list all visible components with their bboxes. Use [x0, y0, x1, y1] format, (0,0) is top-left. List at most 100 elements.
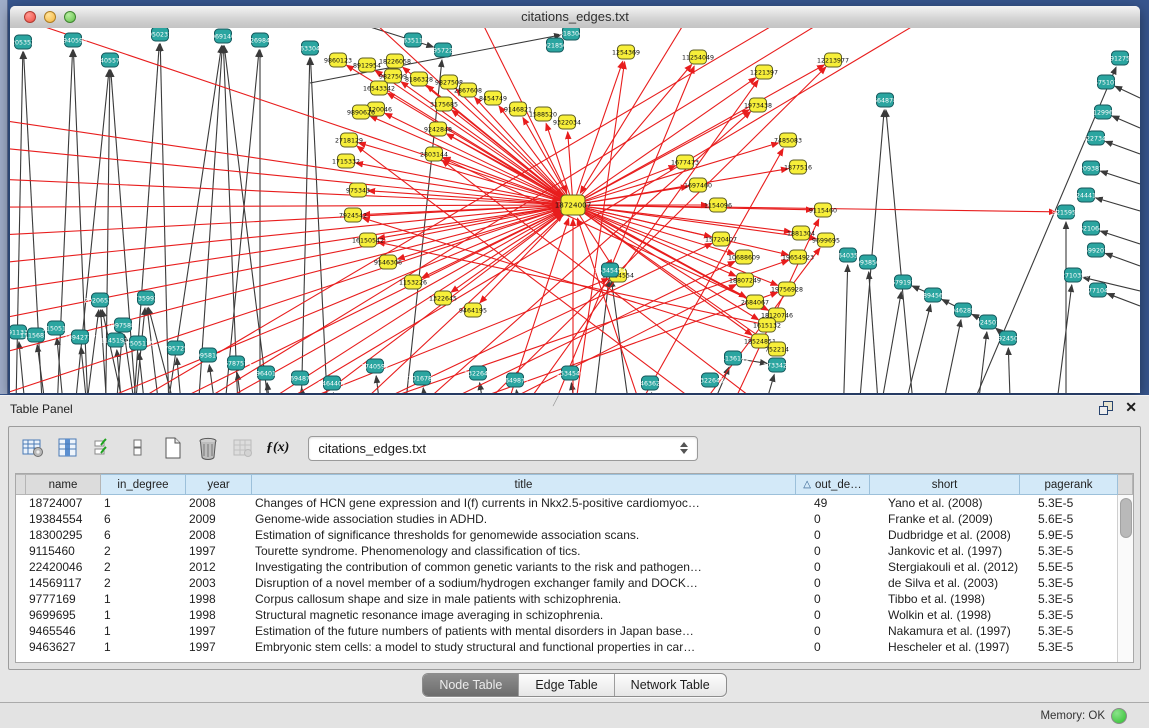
graph-node-1715332[interactable]: 1715332 [332, 154, 360, 168]
table-selector-combobox[interactable]: citations_edges.txt [308, 436, 698, 461]
graph-node-11254049[interactable]: 11254049 [682, 50, 714, 64]
graph-node-1221397[interactable]: 1221397 [750, 65, 778, 79]
graph-node-18226058[interactable]: 18226058 [379, 54, 411, 68]
graph-node-12710356[interactable]: 12710356 [1057, 268, 1089, 282]
minimize-traffic-light-icon[interactable] [44, 11, 56, 23]
graph-node-12213977[interactable]: 12213977 [817, 53, 849, 67]
graph-node-9860123[interactable]: 9860123 [324, 53, 352, 67]
graph-node-7924542[interactable]: 7924542 [339, 208, 367, 222]
column-header-short[interactable]: short [870, 474, 1020, 495]
graph-node-993856[interactable]: 993856 [856, 255, 880, 269]
graph-node-924501[interactable]: 924501 [976, 315, 1000, 329]
graph-node-9463627[interactable]: 9463627 [636, 376, 664, 390]
graph-node-1697460[interactable]: 1697460 [684, 178, 712, 192]
graph-node-16210643[interactable]: 16210643 [1075, 221, 1107, 235]
column-header-name[interactable]: name [26, 474, 101, 495]
graph-node-2718129[interactable]: 2718129 [335, 133, 363, 147]
new-table-icon[interactable] [161, 436, 185, 460]
graph-node-975343[interactable]: 975343 [346, 183, 370, 197]
graph-node-1940595[interactable]: 1940595 [59, 33, 87, 47]
graph-node-8694871[interactable]: 8694871 [286, 371, 314, 385]
tab-node-table[interactable]: Node Table [423, 674, 518, 696]
column-header-out_degree[interactable]: △out_de… [796, 474, 870, 495]
graph-node-1912754[interactable]: 1912754 [1106, 51, 1134, 65]
graph-node-8633043[interactable]: 8633043 [296, 41, 324, 55]
memory-status-icon[interactable] [1111, 708, 1127, 724]
zoom-traffic-light-icon[interactable] [64, 11, 76, 23]
column-header-pagerank[interactable]: pagerank [1020, 474, 1118, 495]
table-row[interactable]: 1456911722003Disruption of a novel membe… [16, 575, 1133, 591]
column-header-title[interactable]: title [252, 474, 796, 495]
table-row[interactable]: 911546021997Tourette syndrome. Phenomeno… [16, 543, 1133, 559]
tab-network-table[interactable]: Network Table [614, 674, 726, 696]
table-row[interactable]: 1938455462009Genome-wide association stu… [16, 511, 1133, 527]
table-row[interactable]: 977716911998Corpus callosum shape and si… [16, 591, 1133, 607]
table-row[interactable]: 946554611997Estimation of the future num… [16, 623, 1133, 639]
graph-node-1740592[interactable]: 1740592 [361, 359, 389, 373]
table-row[interactable]: 1830029562008Estimation of significance … [16, 527, 1133, 543]
graph-node-7957224[interactable]: 7957224 [429, 43, 457, 57]
graph-node-16787574[interactable]: 16787574 [220, 356, 252, 370]
graph-node-8454749[interactable]: 8454749 [479, 91, 507, 105]
graph-node-1254369[interactable]: 1254369 [612, 45, 640, 59]
table-row[interactable]: 946362711997Embryonic stem cells: a mode… [16, 639, 1133, 655]
graph-node-818304[interactable]: 818304 [559, 28, 583, 40]
graph-node-679197[interactable]: 679197 [891, 275, 915, 289]
graph-node-16648784[interactable]: 16648784 [869, 93, 901, 107]
graph-node-17359924[interactable]: 17359924 [130, 291, 162, 305]
graph-node-9129966[interactable]: 9129966 [1089, 105, 1117, 119]
graph-node-9464407[interactable]: 9464407 [318, 376, 346, 390]
graph-node-9115460[interactable]: 9115460 [809, 203, 837, 217]
graph-node-9546306[interactable]: 9546306 [374, 255, 402, 269]
graph-node-1733426[interactable]: 1733426 [763, 358, 791, 372]
graph-node-20206535[interactable]: 20206535 [84, 293, 116, 307]
graph-node-1771045[interactable]: 1771045 [1084, 283, 1112, 297]
float-panel-icon[interactable] [1099, 401, 1113, 414]
graph-node-2649871[interactable]: 2649871 [501, 373, 529, 387]
row-height-icon[interactable] [126, 436, 150, 460]
graph-node-8186328[interactable]: 8186328 [405, 72, 433, 86]
graph-node-9464195[interactable]: 9464195 [459, 303, 487, 317]
window-titlebar[interactable]: citations_edges.txt [10, 6, 1140, 29]
column-header-year[interactable]: year [186, 474, 252, 495]
tab-edge-table[interactable]: Edge Table [518, 674, 613, 696]
graph-node-9699695[interactable]: 9699695 [812, 233, 840, 247]
column-visibility-icon[interactable] [56, 436, 80, 460]
column-header-in_degree[interactable]: in_degree [101, 474, 186, 495]
graph-node-1269845[interactable]: 1269845 [246, 33, 274, 47]
graph-node-1677473[interactable]: 1677473 [671, 155, 699, 169]
network-svg[interactable]: 1872400798601238912954182260589827509818… [10, 28, 1140, 393]
graph-node-946285[interactable]: 946285 [951, 303, 975, 317]
graph-node-10975887[interactable]: 10975887 [107, 318, 139, 332]
graph-node-17957255[interactable]: 17957255 [160, 341, 192, 355]
graph-node-1877516[interactable]: 1877516 [784, 160, 812, 174]
table-row[interactable]: 2242004622012Investigating the contribut… [16, 559, 1133, 575]
graph-node-9322034[interactable]: 9322034 [553, 115, 581, 129]
select-all-icon[interactable] [91, 436, 115, 460]
close-traffic-light-icon[interactable] [24, 11, 36, 23]
table-row[interactable]: 969969511998Structural magnetic resonanc… [16, 607, 1133, 623]
graph-node-1154096[interactable]: 1154096 [704, 198, 732, 212]
network-canvas[interactable]: 1872400798601238912954182260589827509818… [10, 28, 1140, 393]
graph-node-205352[interactable]: 205352 [11, 35, 35, 49]
graph-node-1244419[interactable]: 1244419 [1072, 188, 1100, 202]
graph-node-14136141[interactable]: 14136141 [717, 351, 749, 365]
graph-node-20691406[interactable]: 20691406 [207, 29, 239, 43]
graph-node-16150542[interactable]: 16150542 [352, 233, 384, 247]
graph-node-950231[interactable]: 950231 [148, 28, 172, 41]
graph-node-1635114[interactable]: 1635114 [399, 33, 427, 47]
table-scrollbar[interactable] [1117, 495, 1133, 662]
close-panel-icon[interactable]: ✕ [1125, 400, 1137, 414]
panel-resize-grip-icon[interactable]: ╱ [553, 396, 558, 407]
graph-node-15992071[interactable]: 15992071 [1080, 243, 1112, 257]
graph-node-9227343[interactable]: 9227343 [1082, 131, 1110, 145]
graph-node-1405572[interactable]: 1405572 [96, 53, 124, 67]
graph-node-752214[interactable]: 752214 [765, 342, 789, 356]
graph-node-1322648[interactable]: 1322648 [696, 373, 724, 387]
graph-node-1322645[interactable]: 1322645 [429, 291, 457, 305]
graph-node-7485083[interactable]: 7485083 [774, 133, 802, 147]
graph-node-1322642[interactable]: 1322642 [464, 366, 492, 380]
delete-table-icon[interactable] [196, 436, 220, 460]
table-scrollbar-thumb[interactable] [1120, 498, 1132, 538]
import-table-icon[interactable] [231, 436, 255, 460]
